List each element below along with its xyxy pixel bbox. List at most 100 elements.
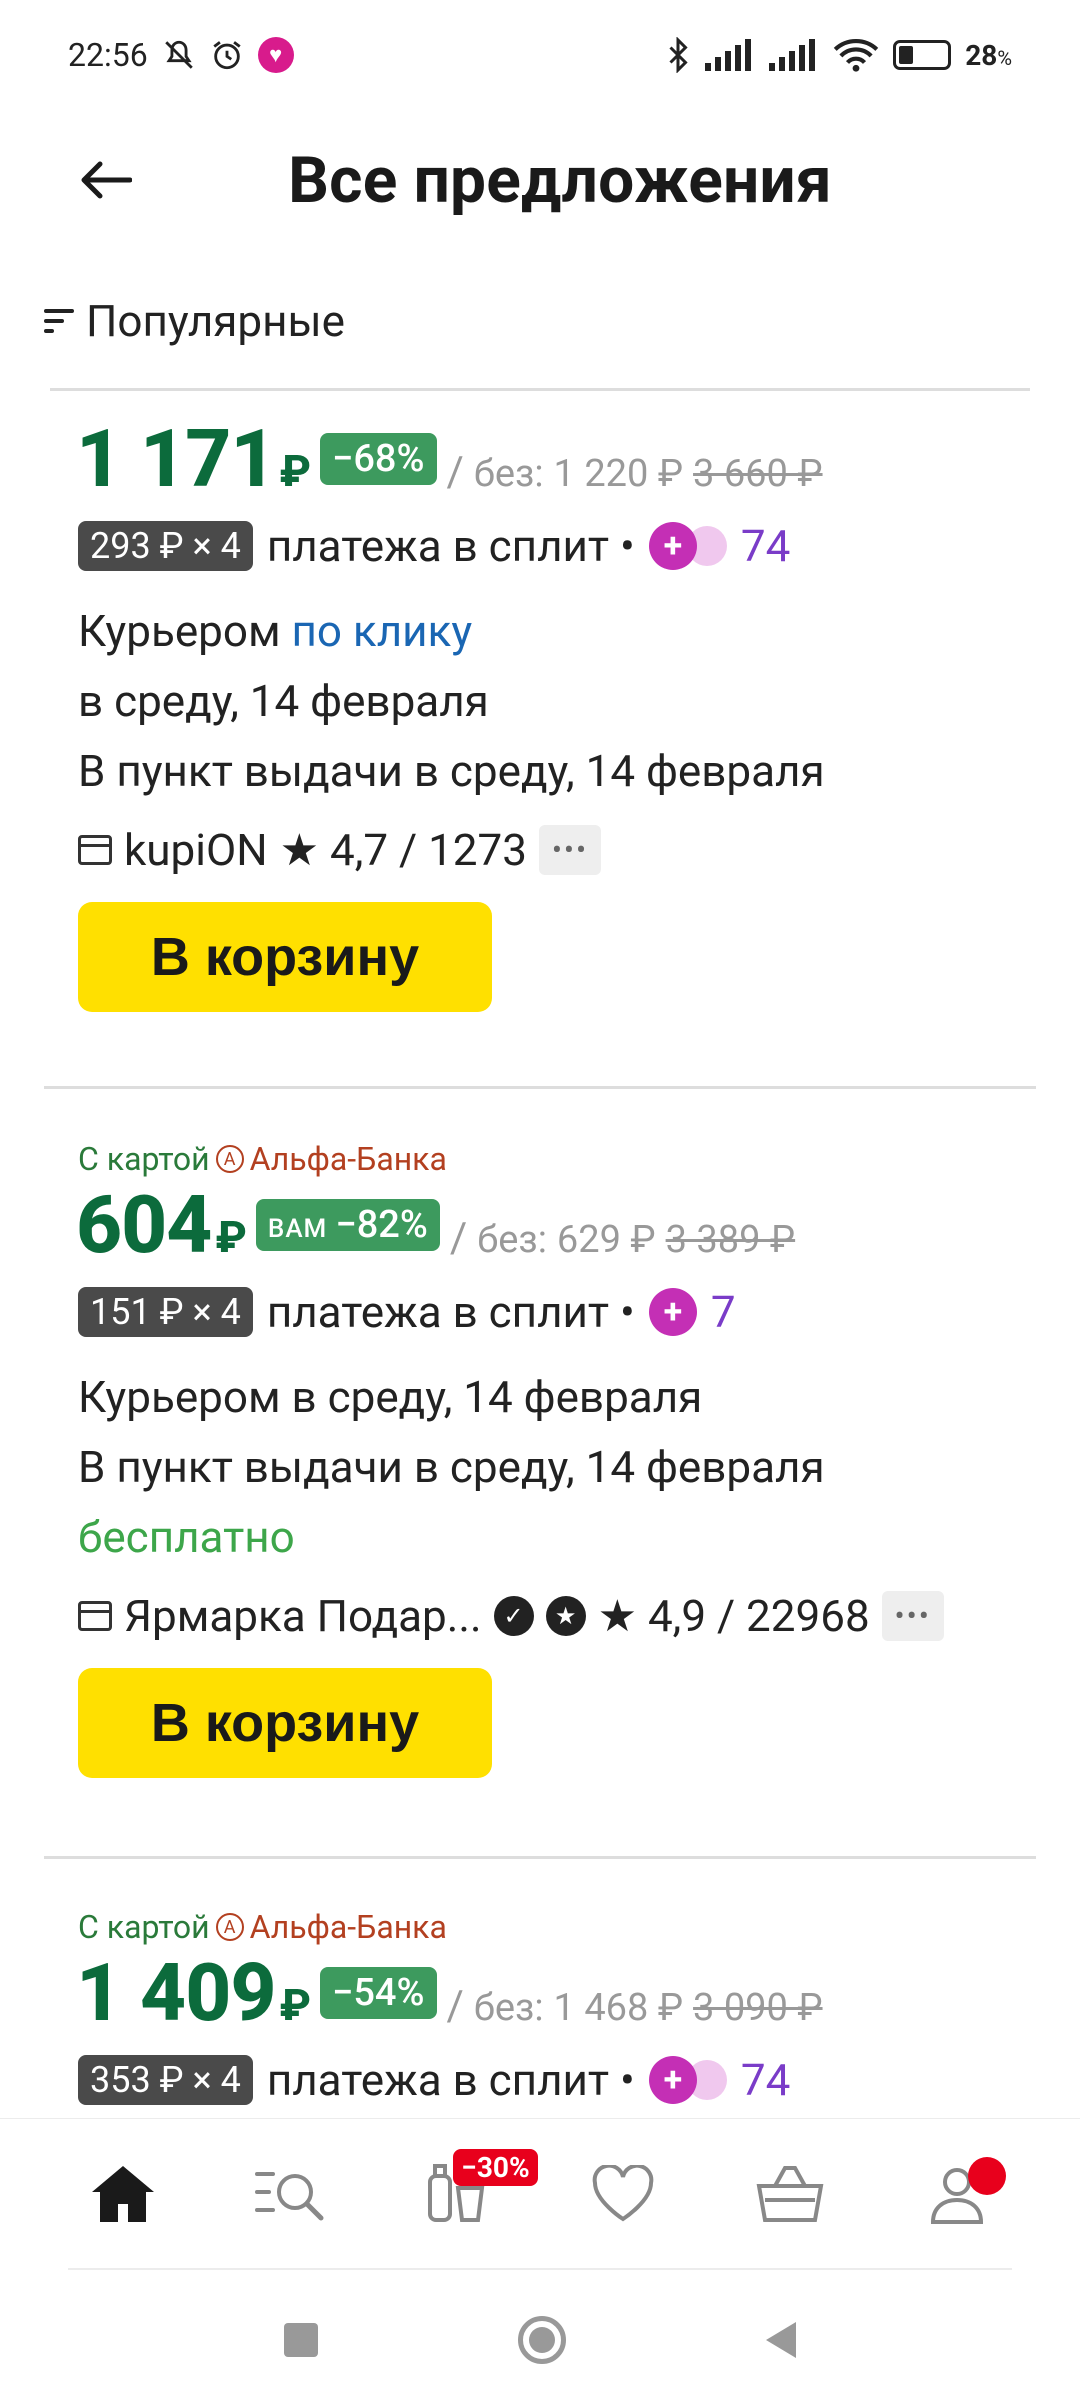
delivery-date: в среду, 14 февраля: [78, 675, 489, 727]
notification-dot: [967, 2156, 1006, 2195]
bank-prefix: С картой: [78, 1908, 210, 1946]
delivery-courier: Курьером по клику: [78, 605, 473, 657]
split-row[interactable]: 151 ₽ × 4 платежа в сплит • + 7: [78, 1286, 1080, 1338]
nav-promo[interactable]: −30%: [402, 2139, 538, 2249]
offer-card: С картой A Альфа-Банка 1 409₽ −54% / без…: [0, 1908, 1080, 2106]
more-options-button[interactable]: •••: [881, 1591, 944, 1641]
system-nav-bar: [0, 2280, 1080, 2400]
price-row: 604₽ ВАМ −82% / без: 629 ₽ 3 389 ₽: [76, 1178, 1080, 1272]
status-time: 22:56: [68, 36, 148, 74]
without-label: без:: [477, 1218, 547, 1262]
header: Все предложения: [0, 110, 1080, 250]
plus-points: 7: [710, 1286, 736, 1338]
home-icon: [92, 2165, 155, 2222]
seller-rating: ★ 4,7 / 1273: [279, 824, 527, 876]
delivery-pickup: В пункт выдачи в среду, 14 февраля: [78, 1441, 825, 1493]
delivery-info: Курьером по клику в среду, 14 февраля В …: [78, 596, 1080, 806]
back-button[interactable]: [70, 145, 140, 215]
seller-row[interactable]: Ярмарка Подар... ✓ ★ ★ 4,9 / 22968 •••: [78, 1590, 1080, 1642]
bluetooth-icon: [665, 37, 691, 73]
promo-badge: −30%: [453, 2148, 538, 2186]
bank-name: Альфа-Банка: [249, 1908, 447, 1946]
page-title: Все предложения: [288, 142, 832, 218]
app-notification-icon: ♥: [257, 37, 294, 73]
add-to-cart-button[interactable]: В корзину: [78, 1668, 492, 1778]
price: 1 171₽: [76, 412, 311, 506]
split-text: платежа в сплит •: [266, 520, 635, 572]
price-row: 1 171₽ −68% / без: 1 220 ₽ 3 660 ₽: [76, 412, 1080, 506]
battery-percent: 28%: [965, 38, 1012, 72]
seller-name: Ярмарка Подар...: [124, 1590, 482, 1642]
recent-apps-button[interactable]: [284, 2323, 318, 2357]
price-without-card: 1 220 ₽: [553, 452, 684, 496]
signal-icon-2: [769, 39, 819, 71]
delivery-free: бесплатно: [78, 1511, 295, 1563]
split-badge: 293 ₽ × 4: [78, 521, 253, 571]
more-options-button[interactable]: •••: [539, 825, 601, 875]
delivery-pickup: В пункт выдачи в среду, 14 февраля: [78, 745, 825, 797]
old-price: 3 660 ₽: [693, 452, 823, 496]
nav-favorites[interactable]: [568, 2139, 678, 2249]
price: 604₽: [76, 1178, 247, 1272]
price-without-card: 629 ₽: [556, 1218, 656, 1262]
catalog-search-icon: [254, 2171, 324, 2220]
price-separator: /: [446, 1982, 464, 2031]
nav-cart[interactable]: [735, 2139, 845, 2249]
split-badge: 151 ₽ × 4: [78, 1287, 253, 1337]
price-separator: /: [446, 448, 464, 497]
bottom-nav: −30%: [0, 2118, 1080, 2268]
courier-link[interactable]: по клику: [292, 605, 473, 657]
verified-icon: ✓: [493, 1596, 534, 1636]
star-badge-icon: ★: [545, 1596, 586, 1636]
discount-badge: −54%: [319, 1967, 437, 2019]
old-price: 3 090 ₽: [693, 1986, 823, 2030]
cart-icon: [756, 2165, 824, 2222]
nav-home[interactable]: [68, 2139, 178, 2249]
offer-card: 1 171₽ −68% / без: 1 220 ₽ 3 660 ₽ 293 ₽…: [0, 412, 1080, 1012]
arrow-left-icon: [81, 161, 132, 199]
split-row[interactable]: 293 ₽ × 4 платежа в сплит • + 74: [78, 520, 1080, 572]
sort-icon: [44, 309, 74, 333]
sort-label: Популярные: [86, 295, 345, 347]
discount-badge: −68%: [319, 433, 437, 485]
status-bar: 22:56 ♥ 28%: [0, 0, 1080, 110]
plus-points: 74: [740, 2054, 791, 2106]
sort-button[interactable]: Популярные: [44, 295, 345, 347]
divider: [68, 2268, 1012, 2270]
battery-icon: [893, 40, 952, 70]
home-button[interactable]: [518, 2316, 566, 2364]
offer-card: С картой A Альфа-Банка 604₽ ВАМ −82% / бе…: [0, 1140, 1080, 1778]
store-icon: [78, 835, 112, 865]
bank-name: Альфа-Банка: [249, 1140, 447, 1178]
store-icon: [78, 1601, 112, 1631]
status-right: 28%: [665, 37, 1012, 73]
heart-icon: [592, 2164, 654, 2221]
seller-name: kupiON: [124, 824, 268, 876]
seller-row[interactable]: kupiON ★ 4,7 / 1273 •••: [78, 824, 1080, 876]
split-badge: 353 ₽ × 4: [78, 2055, 253, 2105]
without-label: без:: [473, 1986, 544, 2030]
split-text: платежа в сплит •: [266, 2054, 635, 2106]
discount-badge: ВАМ −82%: [255, 1199, 440, 1251]
alfa-bank-icon: A: [215, 1913, 244, 1941]
price-separator: /: [449, 1214, 468, 1263]
alfa-bank-icon: A: [215, 1145, 244, 1173]
divider: [44, 1086, 1036, 1089]
price-row: 1 409₽ −54% / без: 1 468 ₽ 3 090 ₽: [76, 1946, 1080, 2040]
divider: [50, 388, 1030, 391]
price: 1 409₽: [76, 1946, 311, 2040]
nav-profile[interactable]: [902, 2139, 1012, 2249]
mute-bell-icon: [162, 38, 196, 72]
bank-prefix: С картой: [78, 1140, 210, 1178]
split-text: платежа в сплит •: [266, 1286, 635, 1338]
nav-catalog[interactable]: [235, 2139, 345, 2249]
system-back-button[interactable]: [766, 2322, 796, 2358]
add-to-cart-button[interactable]: В корзину: [78, 902, 492, 1012]
status-left: 22:56 ♥: [68, 36, 294, 74]
plus-cashback-icon: +: [648, 1288, 697, 1336]
wifi-icon: [833, 38, 879, 72]
delivery-courier: Курьером в среду, 14 февраля: [78, 1371, 703, 1423]
split-row[interactable]: 353 ₽ × 4 платежа в сплит • + 74: [78, 2054, 1080, 2106]
signal-icon: [705, 39, 755, 71]
delivery-info: Курьером в среду, 14 февраля В пункт выд…: [78, 1362, 1080, 1572]
